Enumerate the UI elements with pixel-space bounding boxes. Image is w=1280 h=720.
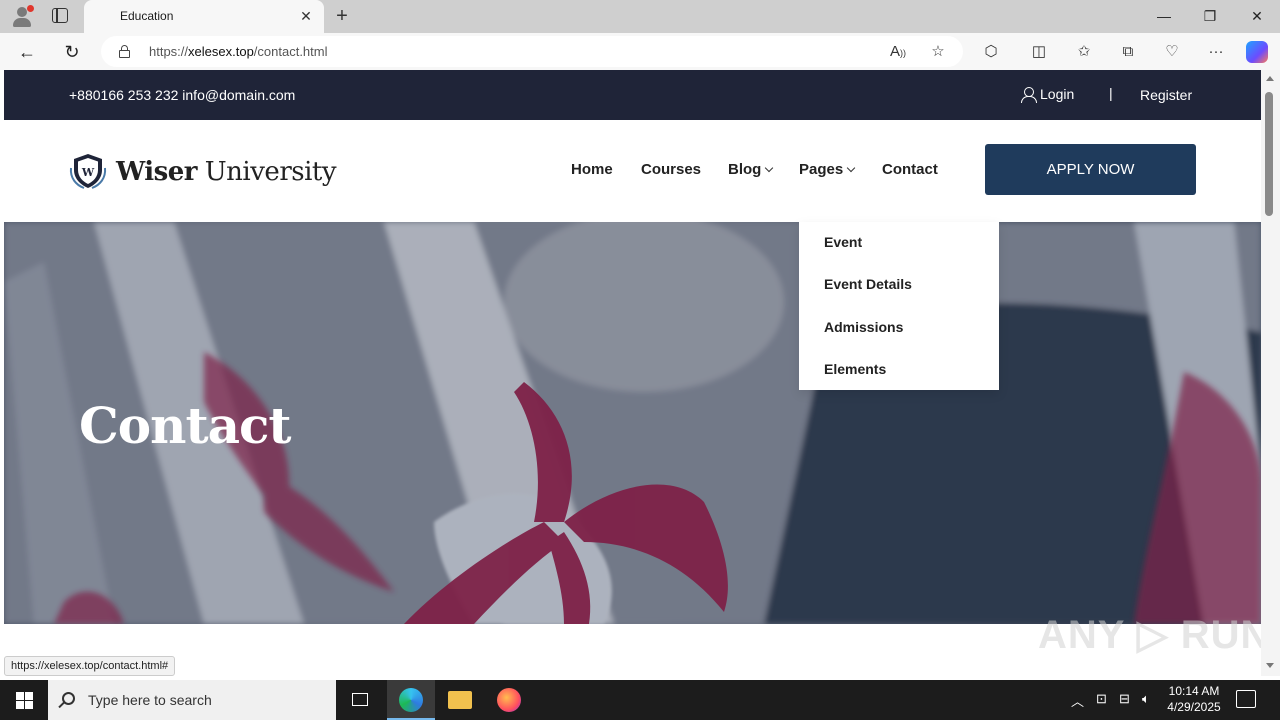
main-navbar: W Wiser University Home Courses Blog Pag… [4,120,1261,222]
dropdown-item-elements[interactable]: Elements [824,361,886,377]
network-icon[interactable]: ⊟ [1119,691,1130,707]
address-bar[interactable]: https://xelesex.top/contact.html A)) ☆ [101,36,963,67]
task-view-icon[interactable] [336,680,384,720]
scroll-up-icon[interactable] [1266,76,1274,81]
dropdown-item-event-details[interactable]: Event Details [824,276,912,292]
browser-toolbar: ← ↻ https://xelesex.top/contact.html A))… [0,33,1280,70]
scroll-down-icon[interactable] [1266,663,1274,668]
nav-blog[interactable]: Blog [728,161,774,178]
dropdown-item-admissions[interactable]: Admissions [824,319,903,335]
login-link[interactable]: Login [1021,86,1075,103]
dropdown-item-event[interactable]: Event [824,234,862,250]
close-tab-icon[interactable]: ✕ [296,6,316,26]
taskbar-search-box[interactable]: Type here to search [48,680,336,720]
status-bar-url: https://xelesex.top/contact.html# [4,656,176,676]
divider: | [1109,85,1113,101]
taskbar-clock[interactable]: 10:14 AM 4/29/2025 [1166,683,1222,715]
nav-home[interactable]: Home [571,161,613,178]
new-tab-button[interactable]: + [330,4,354,28]
browser-tab-bar: Education ✕ + — ❐ ✕ [0,0,1280,33]
back-icon[interactable]: ← [14,39,40,65]
browser-essentials-icon[interactable]: ♡ [1159,39,1185,65]
anyrun-watermark: ANY ▷ RUN [1038,613,1271,657]
firefox-icon[interactable] [485,680,533,720]
show-hidden-icons[interactable]: ︿ [1071,691,1084,710]
page-title: Contact [79,396,292,455]
refresh-icon[interactable]: ↻ [59,39,85,65]
split-screen-icon[interactable]: ◫ [1026,39,1052,65]
tab-actions-icon[interactable] [52,8,68,23]
tab-education[interactable]: Education ✕ [84,0,324,33]
search-icon [62,692,75,705]
tab-title: Education [120,9,174,23]
nav-pages[interactable]: Pages [799,161,856,178]
read-aloud-icon[interactable]: A)) [887,41,909,63]
pages-dropdown-menu: Event Event Details Admissions Elements [799,222,999,390]
chevron-down-icon [765,163,774,173]
taskbar-search-placeholder: Type here to search [88,692,212,708]
nav-contact[interactable]: Contact [882,161,938,178]
university-shield-icon[interactable]: W [68,152,108,190]
lock-icon[interactable] [119,45,130,58]
register-link[interactable]: Register [1140,87,1192,103]
edge-taskbar-icon[interactable] [387,680,435,720]
favorites-icon[interactable]: ✩ [1071,39,1097,65]
collections-icon[interactable]: ⧉ [1115,39,1141,65]
clock-time: 10:14 AM [1168,684,1220,698]
site-logo[interactable]: Wiser University [116,157,337,187]
scrollbar-thumb[interactable] [1265,92,1273,216]
profile-icon[interactable] [10,4,34,28]
nav-courses[interactable]: Courses [641,161,701,178]
volume-icon[interactable]: 🔈︎ [1142,691,1150,707]
user-icon [1021,86,1037,103]
copilot-icon[interactable] [1246,41,1268,63]
device-icon[interactable]: ⊡ [1096,691,1107,707]
page-scrollbar[interactable] [1261,70,1280,676]
svg-text:W: W [81,166,95,179]
extensions-icon[interactable]: ⬡ [978,39,1004,65]
top-info-bar: +880166 253 232 info@domain.com Login | … [4,70,1261,120]
login-label: Login [1040,86,1075,102]
contact-info: +880166 253 232 info@domain.com [69,87,296,103]
nav-pages-label: Pages [799,161,844,178]
restore-icon[interactable]: ❐ [1198,4,1222,28]
hero-banner: Contact [4,222,1261,624]
notification-icon[interactable] [1236,690,1256,708]
more-menu-icon[interactable]: ··· [1203,39,1229,65]
minimize-icon[interactable]: — [1152,4,1176,28]
windows-start-icon[interactable] [0,680,48,720]
apply-now-button[interactable]: APPLY NOW [985,144,1196,195]
close-window-icon[interactable]: ✕ [1245,4,1269,28]
nav-blog-label: Blog [728,161,762,178]
file-explorer-icon[interactable] [436,680,484,720]
clock-date: 4/29/2025 [1167,700,1221,714]
chevron-down-icon [846,163,856,173]
favorite-star-icon[interactable]: ☆ [927,41,949,63]
windows-taskbar: Type here to search ︿ ⊡ ⊟ 🔈︎ 10:14 AM 4/… [0,680,1280,720]
page-viewport: +880166 253 232 info@domain.com Login | … [4,70,1261,676]
url-text[interactable]: https://xelesex.top/contact.html [149,44,328,59]
